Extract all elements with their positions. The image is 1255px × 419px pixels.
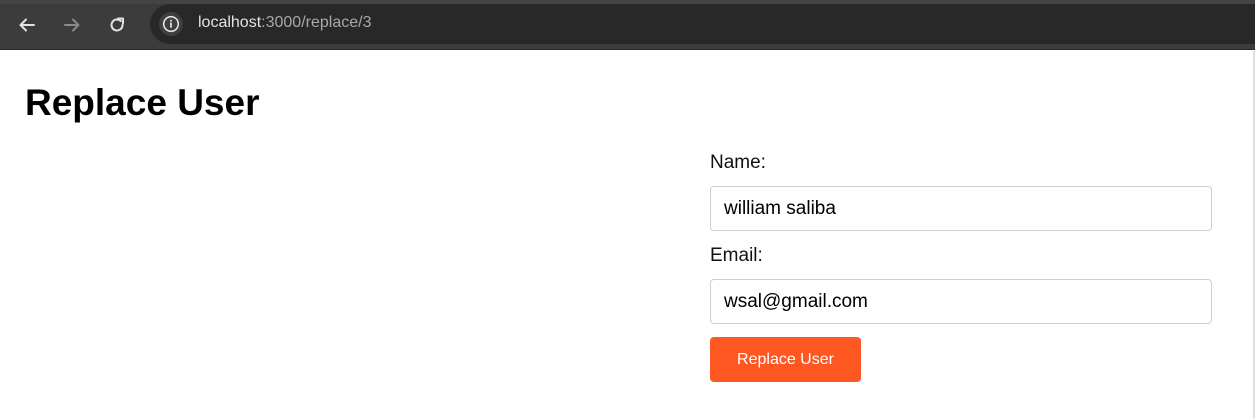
address-bar[interactable]: localhost:3000/replace/3 — [150, 4, 1255, 44]
email-label: Email: — [710, 245, 763, 266]
url-host: localhost — [198, 14, 262, 31]
url-path: :3000/replace/3 — [261, 14, 372, 31]
email-input[interactable] — [710, 279, 1212, 324]
name-input[interactable] — [710, 186, 1212, 231]
replace-user-button[interactable]: Replace User — [710, 337, 861, 382]
forward-button[interactable] — [55, 8, 89, 42]
info-icon — [162, 15, 180, 33]
site-info-button[interactable] — [159, 12, 183, 36]
arrow-left-icon — [19, 18, 35, 32]
name-label: Name: — [710, 152, 766, 173]
arrow-right-icon — [64, 18, 80, 32]
page-title: Replace User — [25, 82, 260, 123]
back-button[interactable] — [10, 8, 44, 42]
browser-toolbar: localhost:3000/replace/3 — [0, 0, 1255, 50]
url-text: localhost:3000/replace/3 — [198, 14, 371, 32]
reload-button[interactable] — [100, 8, 134, 42]
reload-icon — [110, 17, 124, 32]
